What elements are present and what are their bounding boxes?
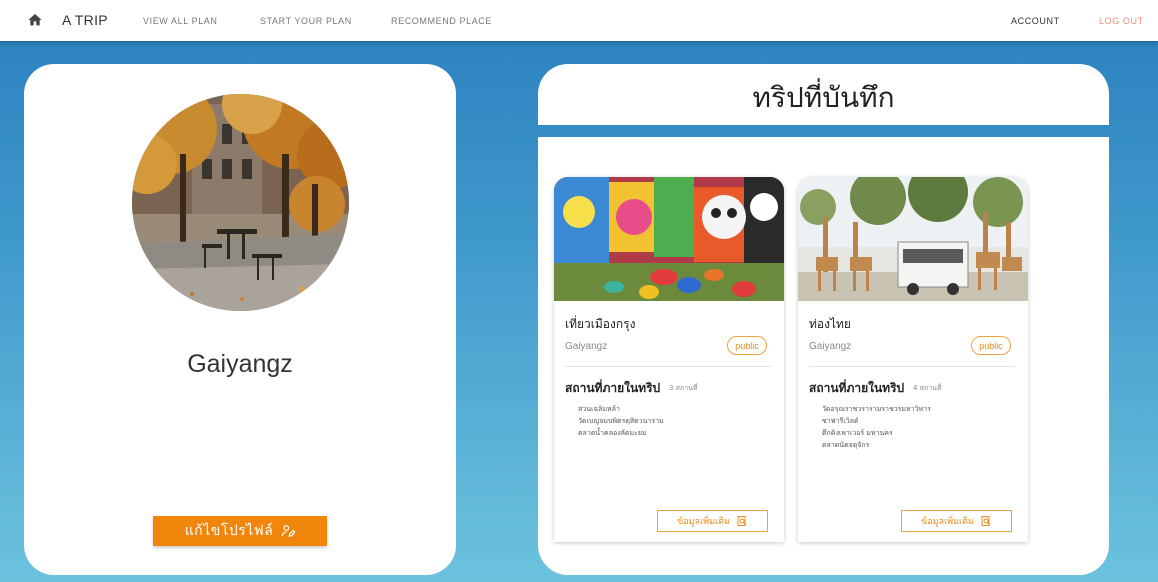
- places-list: วัดอรุณราชวรารามราชวรมหาวิหาร ซาฟารีเวิล…: [822, 403, 931, 451]
- saved-trips-header: ทริปที่บันทึก: [538, 64, 1109, 125]
- nav-account[interactable]: ACCOUNT: [1011, 16, 1060, 26]
- user-edit-icon: [281, 525, 296, 538]
- more-info-button[interactable]: ข้อมูลเพิ่มเติม: [657, 510, 768, 532]
- places-count: 3 สถานที่: [669, 384, 698, 392]
- trip-owner: Gaiyangz: [565, 341, 608, 352]
- trip-title: ท่องไทย: [809, 317, 851, 331]
- more-info-label: ข้อมูลเพิ่มเติม: [677, 516, 730, 526]
- list-item: ตลาดน้ำคลองลัดมะยม: [578, 429, 647, 437]
- visibility-badge: public: [727, 336, 767, 355]
- card-divider: [565, 366, 771, 367]
- list-item: ซาฟารีเวิลด์: [822, 417, 859, 425]
- trip-card: ท่องไทย Gaiyangz public สถานที่ภายในทริป…: [798, 177, 1028, 542]
- search-document-icon: [737, 516, 747, 526]
- profile-name: Gaiyangz: [187, 350, 293, 378]
- brand-title[interactable]: A TRIP: [62, 12, 108, 28]
- places-heading: สถานที่ภายในทริป: [565, 381, 661, 395]
- list-item: ตึกคิงเพาเวอร์ มหานคร: [822, 429, 893, 437]
- list-item: ตลาดนัดจตุจักร: [822, 441, 870, 449]
- home-icon[interactable]: [27, 12, 43, 28]
- saved-trips-title: ทริปที่บันทึก: [752, 81, 895, 114]
- trip-card: เที่ยวเมืองกรุง Gaiyangz public สถานที่ภ…: [554, 177, 784, 542]
- avatar: [132, 94, 349, 311]
- nav-start-your-plan[interactable]: START YOUR PLAN: [260, 16, 352, 26]
- places-count: 4 สถานที่: [913, 384, 942, 392]
- trip-image-graffiti: [554, 177, 784, 301]
- list-item: วัดอรุณราชวรารามราชวรมหาวิหาร: [822, 405, 931, 413]
- visibility-badge: public: [971, 336, 1011, 355]
- card-divider: [809, 366, 1015, 367]
- edit-profile-label: แก้ไขโปรไฟล์: [184, 523, 274, 539]
- nav-recommend-place[interactable]: RECOMMEND PLACE: [391, 16, 492, 26]
- list-item: วัดเบญจมบพิตรดุสิตวนาราม: [578, 417, 664, 425]
- trip-image-giraffes: [798, 177, 1028, 301]
- nav-logout[interactable]: LOG OUT: [1099, 16, 1144, 26]
- places-heading: สถานที่ภายในทริป: [809, 381, 905, 395]
- more-info-button[interactable]: ข้อมูลเพิ่มเติม: [901, 510, 1012, 532]
- more-info-label: ข้อมูลเพิ่มเติม: [921, 516, 974, 526]
- profile-card: Gaiyangz แก้ไขโปรไฟล์: [24, 64, 456, 575]
- avatar-photo: [132, 94, 349, 311]
- list-item: สวนเฉลิมหล้า: [578, 405, 620, 413]
- trip-title: เที่ยวเมืองกรุง: [565, 317, 636, 331]
- nav-view-all-plan[interactable]: VIEW ALL PLAN: [143, 16, 218, 26]
- edit-profile-button[interactable]: แก้ไขโปรไฟล์: [153, 516, 327, 546]
- saved-trips-panel: เที่ยวเมืองกรุง Gaiyangz public สถานที่ภ…: [538, 137, 1109, 575]
- top-navbar: A TRIP VIEW ALL PLAN START YOUR PLAN REC…: [0, 0, 1158, 41]
- trip-owner: Gaiyangz: [809, 341, 852, 352]
- search-document-icon: [981, 516, 991, 526]
- places-list: สวนเฉลิมหล้า วัดเบญจมบพิตรดุสิตวนาราม ตล…: [578, 403, 664, 439]
